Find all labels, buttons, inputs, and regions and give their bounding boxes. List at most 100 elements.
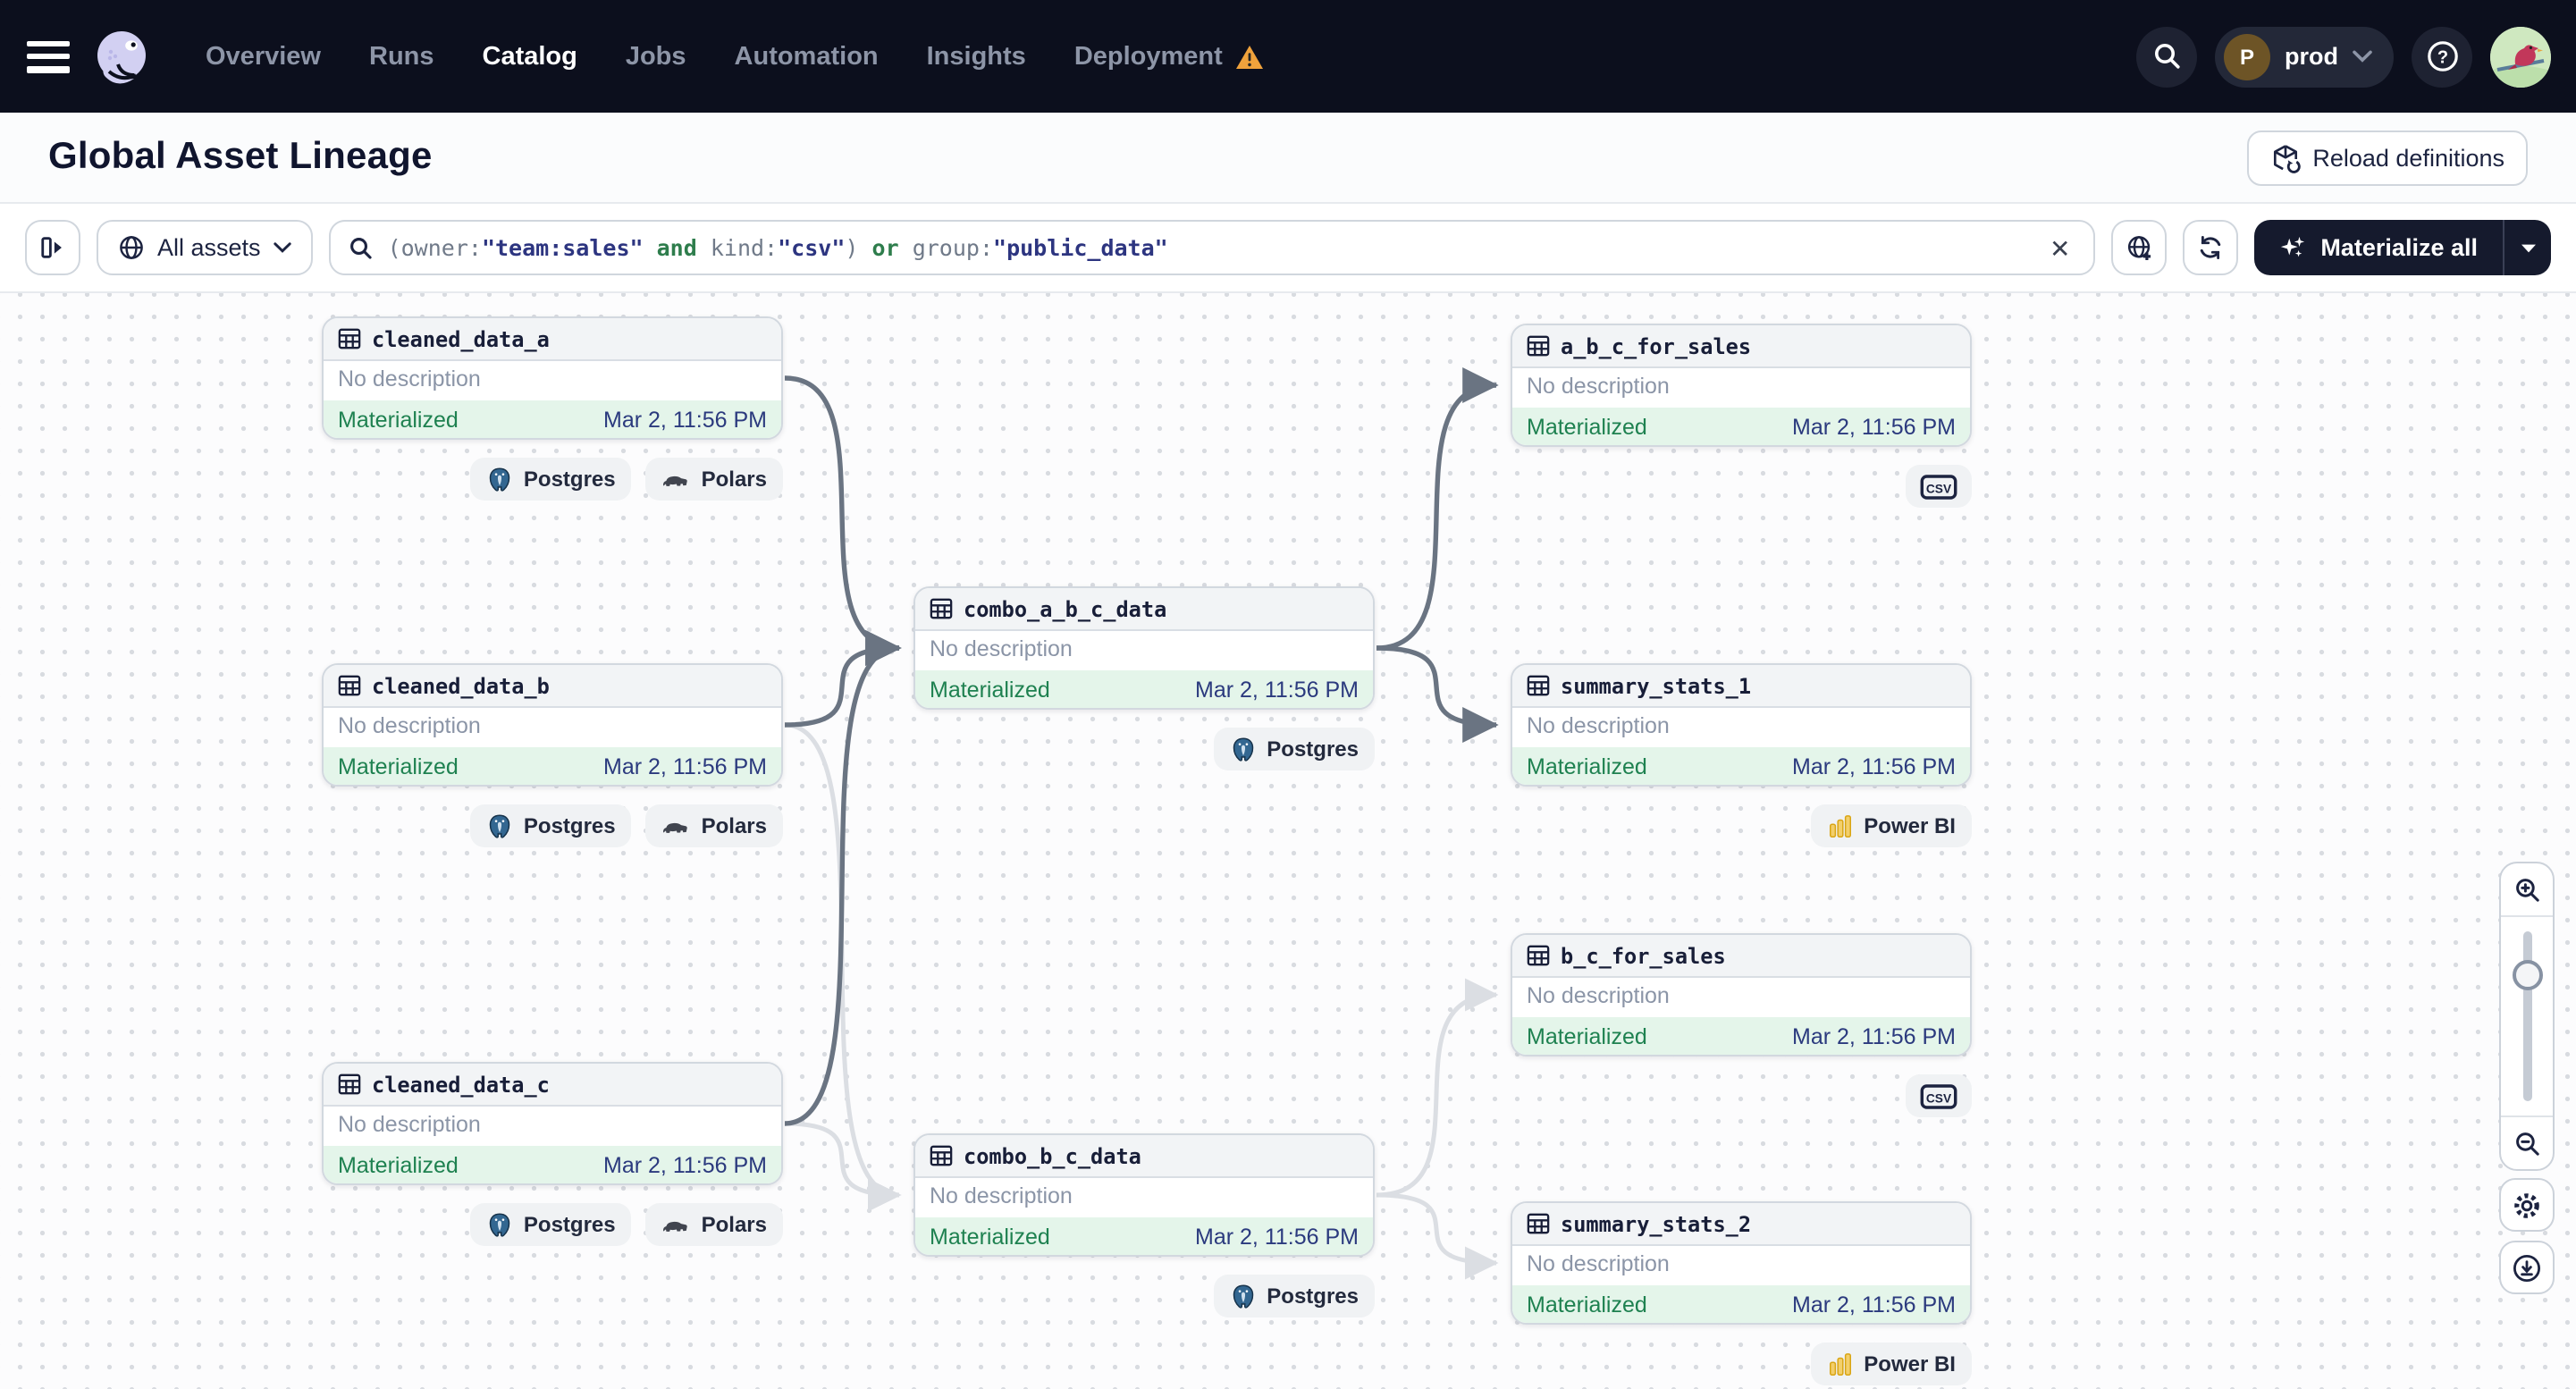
- status-badge: Materialized: [1527, 1292, 1647, 1317]
- materialize-options-button[interactable]: [2503, 220, 2551, 275]
- asset-node-summary_stats_2[interactable]: summary_stats_2 No description Materialize…: [1511, 1201, 1972, 1325]
- asset-node-a_b_c_for_sales[interactable]: a_b_c_for_sales No description Materialize…: [1511, 324, 1972, 447]
- asset-status-row: Materialized Mar 2, 11:56 PM: [1512, 1285, 1970, 1323]
- materialization-timestamp[interactable]: Mar 2, 11:56 PM: [1792, 1023, 1956, 1048]
- chevron-down-icon: [2353, 50, 2372, 63]
- nav-item-runs[interactable]: Runs: [369, 42, 434, 71]
- refresh-button[interactable]: [2183, 220, 2239, 275]
- nav-item-insights[interactable]: Insights: [927, 42, 1026, 71]
- globe-icon: [118, 234, 145, 261]
- query-segment: (owner:: [387, 234, 482, 261]
- materialization-timestamp[interactable]: Mar 2, 11:56 PM: [1195, 1224, 1359, 1249]
- materialization-timestamp[interactable]: Mar 2, 11:56 PM: [1792, 1292, 1956, 1317]
- kind-tag-polars[interactable]: Polars: [645, 1203, 783, 1246]
- kind-tag-postgres[interactable]: Postgres: [469, 1203, 632, 1246]
- kind-tag-powerbi[interactable]: Power BI: [1810, 804, 1972, 847]
- asset-description: No description: [930, 636, 1073, 661]
- zoom-slider-thumb[interactable]: [2512, 960, 2542, 990]
- open-panel-button[interactable]: [25, 220, 80, 275]
- asset-name: combo_b_c_data: [964, 1143, 1141, 1168]
- asset-node-b_c_for_sales[interactable]: b_c_for_sales No description Materialized M…: [1511, 933, 1972, 1056]
- query-segment: "csv": [778, 234, 846, 261]
- csv-icon: CSV: [1920, 1082, 1957, 1109]
- materialization-timestamp[interactable]: Mar 2, 11:56 PM: [1195, 677, 1359, 702]
- svg-text:CSV: CSV: [1926, 1090, 1952, 1104]
- lineage-canvas[interactable]: cleaned_data_a No description Materialized…: [0, 293, 2576, 1389]
- asset-node-cleaned_data_b[interactable]: cleaned_data_b No description Materialized…: [322, 663, 783, 787]
- status-badge: Materialized: [1527, 753, 1647, 779]
- materialization-timestamp[interactable]: Mar 2, 11:56 PM: [1792, 753, 1956, 779]
- asset-name: summary_stats_1: [1561, 673, 1752, 698]
- asset-description: No description: [1527, 713, 1670, 738]
- zoom-slider-track[interactable]: [2522, 931, 2531, 1101]
- zoom-out-icon: [2513, 1129, 2541, 1158]
- asset-description: No description: [338, 1112, 481, 1137]
- globe-plus-icon: [2125, 233, 2153, 262]
- kind-tag-postgres[interactable]: Postgres: [1213, 728, 1375, 770]
- nav-item-jobs[interactable]: Jobs: [626, 42, 686, 71]
- asset-node-header: summary_stats_1: [1512, 665, 1970, 708]
- status-badge: Materialized: [930, 1224, 1050, 1249]
- dagster-logo[interactable]: [91, 26, 152, 87]
- zoom-in-button[interactable]: [2501, 863, 2553, 917]
- asset-node-summary_stats_1[interactable]: summary_stats_1 No description Materialize…: [1511, 663, 1972, 787]
- kind-tag-postgres[interactable]: Postgres: [469, 804, 632, 847]
- kind-tag-csv[interactable]: CSV: [1906, 1074, 1972, 1117]
- page-title: Global Asset Lineage: [48, 136, 433, 177]
- kind-tag-polars[interactable]: Polars: [645, 804, 783, 847]
- asset-status-row: Materialized Mar 2, 11:56 PM: [915, 1217, 1373, 1255]
- search-button[interactable]: [2136, 26, 2197, 87]
- postgres-icon: [486, 812, 513, 839]
- deployment-switcher[interactable]: P prod: [2215, 26, 2394, 87]
- table-icon: [930, 1144, 953, 1167]
- clear-filter-button[interactable]: ✕: [2042, 232, 2077, 264]
- asset-description: No description: [338, 713, 481, 738]
- asset-tags-row: Postgres: [913, 728, 1375, 770]
- search-icon: [349, 235, 374, 260]
- kind-tag-postgres[interactable]: Postgres: [469, 458, 632, 501]
- asset-node-combo_b_c_data[interactable]: combo_b_c_data No description Materialized…: [913, 1133, 1375, 1257]
- kind-tag-postgres[interactable]: Postgres: [1213, 1275, 1375, 1317]
- asset-node-combo_a_b_c_data[interactable]: combo_a_b_c_data No description Materializ…: [913, 586, 1375, 710]
- csv-icon: CSV: [1920, 473, 1957, 500]
- asset-node-cleaned_data_c[interactable]: cleaned_data_c No description Materialized…: [322, 1062, 783, 1185]
- nav-item-overview[interactable]: Overview: [206, 42, 321, 71]
- add-scope-button[interactable]: [2111, 220, 2168, 275]
- query-segment: kind:: [710, 234, 779, 261]
- help-button[interactable]: ?: [2412, 26, 2472, 87]
- asset-status-row: Materialized Mar 2, 11:56 PM: [1512, 1017, 1970, 1055]
- asset-tags-row: CSV: [1511, 1074, 1972, 1117]
- materialization-timestamp[interactable]: Mar 2, 11:56 PM: [1792, 414, 1956, 439]
- asset-scope-dropdown[interactable]: All assets: [97, 220, 313, 275]
- nav-item-catalog[interactable]: Catalog: [483, 42, 577, 71]
- zoom-out-button[interactable]: [2501, 1115, 2553, 1169]
- status-badge: Materialized: [338, 407, 459, 432]
- graph-settings-button[interactable]: [2499, 1178, 2555, 1232]
- status-badge: Materialized: [338, 753, 459, 779]
- nav-item-deployment[interactable]: Deployment: [1074, 42, 1264, 71]
- hamburger-icon[interactable]: [27, 40, 70, 72]
- download-image-button[interactable]: [2499, 1241, 2555, 1294]
- kind-tag-polars[interactable]: Polars: [645, 458, 783, 501]
- materialization-timestamp[interactable]: Mar 2, 11:56 PM: [603, 407, 767, 432]
- asset-tags-row: Power BI: [1511, 804, 1972, 847]
- lineage-edge-cleaned_data_a-to-combo_a_b_c_data: [784, 375, 902, 666]
- asset-filter-input[interactable]: (owner:"team:sales" and kind:"csv") or g…: [328, 220, 2096, 275]
- nav-item-automation[interactable]: Automation: [735, 42, 879, 71]
- asset-node-header: summary_stats_2: [1512, 1203, 1970, 1246]
- lineage-edge-combo_b_c_data-to-summary_stats_2: [1376, 1192, 1499, 1280]
- polars-icon: [662, 1214, 691, 1235]
- materialization-timestamp[interactable]: Mar 2, 11:56 PM: [603, 753, 767, 779]
- asset-node-cleaned_data_a[interactable]: cleaned_data_a No description Materialized…: [322, 316, 783, 440]
- reload-definitions-button[interactable]: Reload definitions: [2246, 130, 2528, 185]
- materialize-all-button[interactable]: Materialize all: [2254, 220, 2503, 275]
- query-segment: and: [643, 234, 711, 261]
- user-avatar[interactable]: [2490, 26, 2551, 87]
- warning-icon: [1235, 44, 1264, 69]
- materialization-timestamp[interactable]: Mar 2, 11:56 PM: [603, 1152, 767, 1177]
- query-segment: group:: [898, 234, 994, 261]
- kind-tag-powerbi[interactable]: Power BI: [1810, 1343, 1972, 1385]
- asset-status-row: Materialized Mar 2, 11:56 PM: [1512, 408, 1970, 445]
- query-segment: ): [845, 234, 872, 261]
- kind-tag-csv[interactable]: CSV: [1906, 465, 1972, 508]
